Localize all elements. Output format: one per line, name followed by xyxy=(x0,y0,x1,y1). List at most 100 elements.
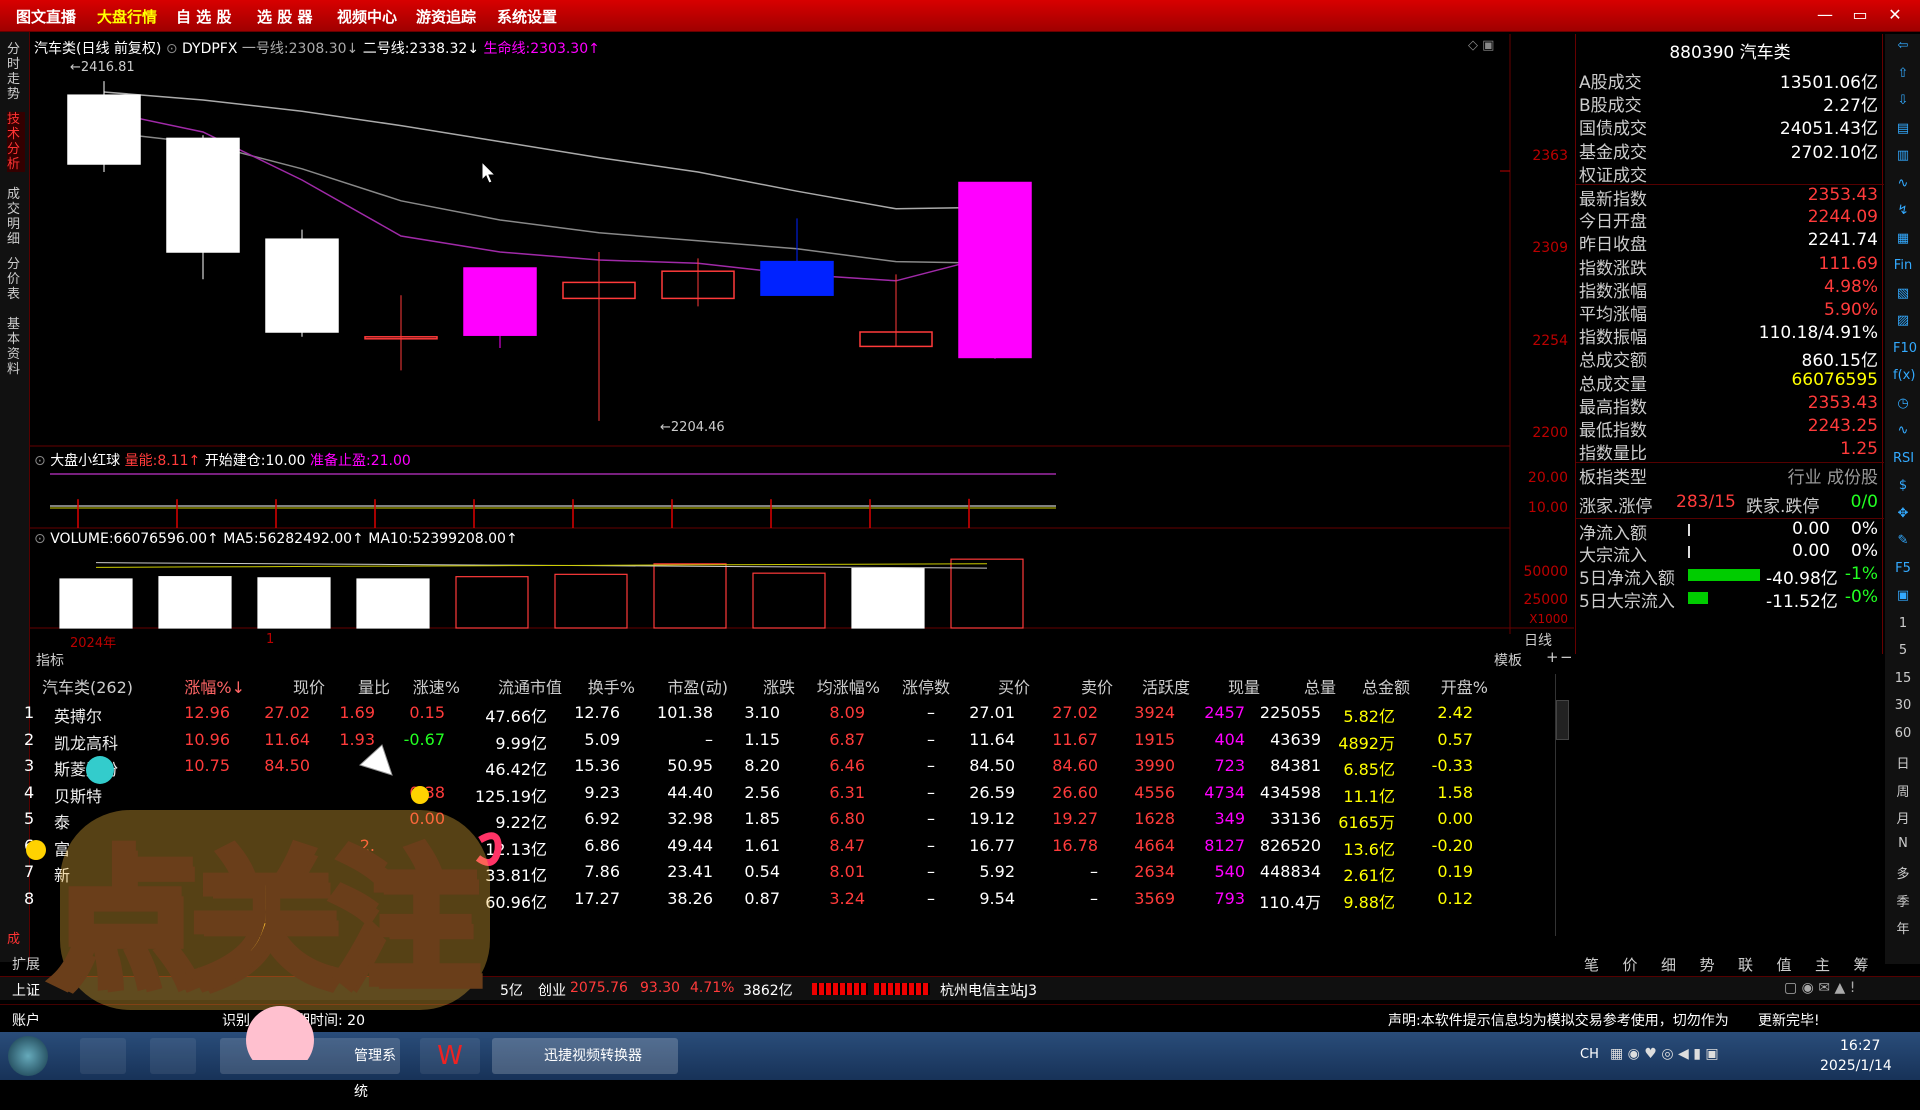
stock-name[interactable]: 英搏尔 xyxy=(54,703,102,727)
toolbar-icon[interactable]: ✎ xyxy=(1893,533,1913,553)
column-header[interactable]: 开盘% xyxy=(1441,674,1488,698)
column-header[interactable]: 买价 xyxy=(998,674,1030,698)
minimize-icon[interactable]: — xyxy=(1810,3,1840,27)
column-header[interactable]: 换手% xyxy=(588,674,635,698)
table-cell: 4664 xyxy=(1134,835,1175,855)
chevron-down-icon[interactable]: ⊙ xyxy=(166,41,178,57)
toolbar-icon[interactable]: 日 xyxy=(1893,753,1913,773)
tab-timeshare[interactable]: 分时走势 xyxy=(7,42,25,102)
toolbar-icon[interactable]: ⇩ xyxy=(1893,93,1913,113)
zoom-in-icon[interactable]: + xyxy=(1546,648,1559,666)
column-header[interactable]: 现量 xyxy=(1228,674,1260,698)
toolbar-icon[interactable]: ↯ xyxy=(1893,203,1913,223)
menu-item-watchlist[interactable]: 自 选 股 xyxy=(176,6,231,27)
toolbar-icon[interactable]: 周 xyxy=(1893,781,1913,801)
menu-item-screener[interactable]: 选 股 器 xyxy=(257,6,312,27)
scrollbar-thumb[interactable] xyxy=(1556,700,1569,740)
toolbar-icon[interactable]: ▤ xyxy=(1893,121,1913,141)
toolbar-icon[interactable]: ⇦ xyxy=(1893,38,1913,58)
column-header[interactable]: 量比 xyxy=(358,674,390,698)
column-header[interactable]: 卖价 xyxy=(1081,674,1113,698)
toolbar-icon[interactable]: ◷ xyxy=(1893,396,1913,416)
tab-technical[interactable]: 技术分析 xyxy=(7,112,25,172)
bottom-tab[interactable]: 主 xyxy=(1815,954,1830,975)
bottom-tab[interactable]: 细 xyxy=(1661,954,1676,975)
chart-toolbar-icons[interactable]: ◇ ▣ xyxy=(1468,38,1494,53)
bottom-tab[interactable]: 筹 xyxy=(1854,954,1869,975)
toolbar-icon[interactable]: ▧ xyxy=(1893,286,1913,306)
tray-icons[interactable]: ▢ ◉ ✉ ▲ ! xyxy=(1784,980,1855,996)
quote-label: 指数涨跌 xyxy=(1579,258,1647,279)
chevron-down-icon[interactable]: ⊙ xyxy=(34,531,46,547)
table-scrollbar[interactable] xyxy=(1555,674,1569,936)
cy-index-label[interactable]: 创业 xyxy=(538,980,566,1000)
column-header[interactable]: 总量 xyxy=(1304,674,1336,698)
toolbar-icon[interactable]: 多 xyxy=(1893,863,1913,883)
quote-row: A股成交 13501.06亿 xyxy=(1576,68,1884,93)
toolbar-icon[interactable]: N xyxy=(1893,836,1913,856)
toolbar-icon[interactable]: Fin xyxy=(1893,258,1913,278)
column-header[interactable]: 均涨幅% xyxy=(817,674,880,698)
menu-item-market[interactable]: 大盘行情 xyxy=(97,6,157,27)
menu-item-live[interactable]: 图文直播 xyxy=(16,6,76,27)
template-tab[interactable]: 模板 xyxy=(1494,650,1522,670)
toolbar-icon[interactable]: 月 xyxy=(1893,808,1913,828)
toolbar-icon[interactable]: 年 xyxy=(1893,918,1913,938)
toolbar-icon[interactable]: ▥ xyxy=(1893,148,1913,168)
chart-area[interactable]: 汽车类(日线 前复权) ⊙ DYDPFX 一号线:2308.30↓ 二号线:23… xyxy=(30,34,1574,669)
cy-index-value: 2075.76 xyxy=(570,980,628,996)
toolbar-icon[interactable]: 1 xyxy=(1893,616,1913,636)
system-tray-icons[interactable]: ▦ ◉ ♥ ◎ ◀ ▮ ▣ xyxy=(1610,1046,1719,1062)
toolbar-icon[interactable]: ▣ xyxy=(1893,588,1913,608)
toolbar-icon[interactable]: $ xyxy=(1893,478,1913,498)
menu-item-video[interactable]: 视频中心 xyxy=(337,6,397,27)
toolbar-icon[interactable]: ∿ xyxy=(1893,423,1913,443)
toolbar-icon[interactable]: 季 xyxy=(1893,891,1913,911)
toolbar-icon[interactable]: 5 xyxy=(1893,643,1913,663)
table-cell: 6.80 xyxy=(829,809,865,828)
close-icon[interactable]: ✕ xyxy=(1880,3,1910,27)
column-header[interactable]: 市盈(动) xyxy=(668,674,729,698)
column-header[interactable]: 涨停数 xyxy=(902,674,950,698)
column-header[interactable]: 涨速% xyxy=(413,674,460,698)
toolbar-icon[interactable]: ⇧ xyxy=(1893,66,1913,86)
bottom-tab[interactable]: 价 xyxy=(1623,954,1638,975)
tab-trade-detail[interactable]: 成交明细 xyxy=(7,187,25,247)
toolbar-icon[interactable]: F10 xyxy=(1893,341,1917,361)
bottom-tab[interactable]: 值 xyxy=(1777,954,1792,975)
toolbar-icon[interactable]: F5 xyxy=(1893,561,1913,581)
column-header[interactable]: 现价 xyxy=(293,674,325,698)
period-label[interactable]: 日线 xyxy=(1524,630,1552,650)
toolbar-icon[interactable]: f(x) xyxy=(1893,368,1915,388)
taskbar-item-converter[interactable]: 迅捷视频转换器 xyxy=(492,1038,678,1074)
menu-item-settings[interactable]: 系统设置 xyxy=(497,6,557,27)
tab-basic-info[interactable]: 基本资料 xyxy=(7,317,25,377)
toolbar-icon[interactable]: RSI xyxy=(1893,451,1914,471)
menu-item-hotmoney[interactable]: 游资追踪 xyxy=(416,6,476,27)
maximize-icon[interactable]: ▭ xyxy=(1845,3,1875,27)
column-header[interactable]: 汽车类(262) xyxy=(42,674,133,698)
bottom-tab[interactable]: 笔 xyxy=(1584,954,1599,975)
toolbar-icon[interactable]: ▨ xyxy=(1893,313,1913,333)
candlestick-chart[interactable] xyxy=(30,34,1574,664)
toolbar-icon[interactable]: 60 xyxy=(1893,726,1913,746)
column-header[interactable]: 涨幅%↓ xyxy=(184,674,245,698)
column-header[interactable]: 总金额 xyxy=(1362,674,1410,698)
table-row[interactable]: 1 英搏尔 12.96 27.02 1.69 0.15 47.66亿 12.76 101.38… xyxy=(10,700,1555,726)
language-indicator[interactable]: CH xyxy=(1580,1047,1599,1062)
toolbar-icon[interactable]: 30 xyxy=(1893,698,1913,718)
toolbar-icon[interactable]: ▦ xyxy=(1893,231,1913,251)
toolbar-icon[interactable]: 15 xyxy=(1893,671,1913,691)
column-header[interactable]: 涨跌 xyxy=(763,674,795,698)
tab-price-table[interactable]: 分价表 xyxy=(7,257,25,302)
chevron-down-icon[interactable]: ⊙ xyxy=(34,453,46,469)
toolbar-icon[interactable]: ∿ xyxy=(1893,176,1913,196)
server-name[interactable]: 杭州电信主站J3 xyxy=(940,980,1037,1000)
column-header[interactable]: 活跃度 xyxy=(1142,674,1190,698)
zoom-out-icon[interactable]: − xyxy=(1560,648,1573,666)
indicator-tab[interactable]: 指标 xyxy=(36,650,64,670)
toolbar-icon[interactable]: ✥ xyxy=(1893,506,1913,526)
bottom-tab[interactable]: 联 xyxy=(1738,954,1753,975)
column-header[interactable]: 流通市值 xyxy=(498,674,562,698)
bottom-tab[interactable]: 势 xyxy=(1700,954,1715,975)
